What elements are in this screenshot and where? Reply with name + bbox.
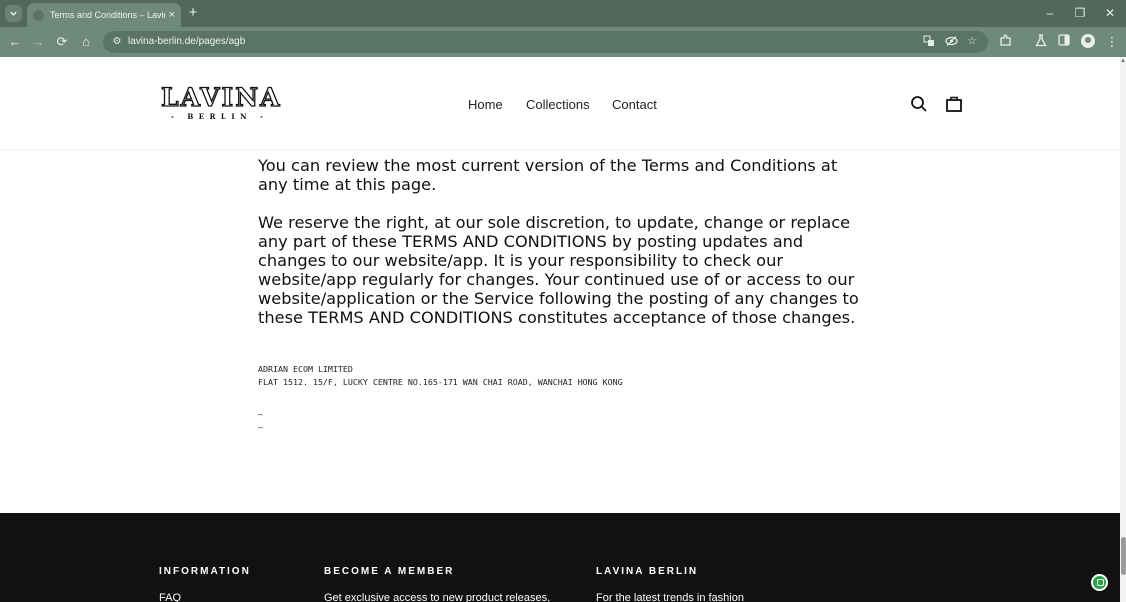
footer-member-text: Get exclusive access to new product rele… — [324, 592, 551, 602]
dash-line-1: – — [258, 409, 263, 419]
tab-favicon-icon — [33, 9, 44, 21]
tab-title: Terms and Conditions – Lavina Berlin — [50, 10, 165, 20]
browser-menu-icon[interactable]: ⋮ — [1104, 34, 1120, 50]
browser-toolbar: ← → ⟳ ⌂ ⚙ lavina-berlin.de/pages/agb ☆ ⋮ — [0, 27, 1126, 57]
footer-heading-brand: LAVINA BERLIN — [596, 566, 699, 577]
nav-collections[interactable]: Collections — [526, 97, 590, 112]
dash-line-2: – — [258, 422, 263, 432]
browser-tab-strip: Terms and Conditions – Lavina Berlin × +… — [0, 0, 1126, 27]
site-footer: INFORMATION FAQ BECOME A MEMBER Get excl… — [0, 513, 1120, 602]
minimize-button[interactable]: – — [1042, 5, 1058, 21]
restore-button[interactable]: ❐ — [1072, 5, 1088, 21]
active-tab[interactable]: Terms and Conditions – Lavina Berlin × — [27, 3, 181, 27]
bag-icon[interactable] — [945, 95, 963, 113]
translate-icon[interactable] — [922, 35, 936, 49]
terms-content: You can review the most current version … — [258, 156, 868, 327]
footer-heading-member: BECOME A MEMBER — [324, 566, 455, 577]
nav-contact[interactable]: Contact — [612, 97, 657, 112]
terms-paragraph-changes: We reserve the right, at our sole discre… — [258, 213, 859, 327]
footer-brand-text: For the latest trends in fashion — [596, 592, 744, 602]
new-tab-button[interactable]: + — [185, 5, 201, 21]
site-logo[interactable]: LAVINA - BERLIN - — [160, 83, 286, 124]
page-scrollbar-track[interactable] — [1120, 57, 1126, 602]
puzzle-icon[interactable] — [997, 34, 1013, 50]
logo-wordmark: LAVINA — [160, 83, 282, 112]
footer-link-faq[interactable]: FAQ — [159, 592, 181, 602]
flask-icon[interactable] — [1033, 34, 1049, 50]
nav-home[interactable]: Home — [468, 97, 503, 112]
search-icon[interactable] — [910, 95, 928, 113]
chevron-down-icon — [10, 11, 17, 16]
scroll-up-arrow-icon[interactable]: ▲ — [1120, 57, 1126, 65]
address-bar[interactable]: ⚙ lavina-berlin.de/pages/agb ☆ — [103, 31, 988, 53]
tab-close-icon[interactable]: × — [169, 9, 175, 21]
company-name: ADRIAN ECOM LIMITED — [258, 364, 353, 374]
home-icon[interactable]: ⌂ — [78, 34, 94, 50]
logo-subtitle: - BERLIN - — [171, 112, 269, 121]
eye-off-icon[interactable] — [944, 35, 958, 49]
company-address: FLAT 1512. 15/F, LUCKY CENTRE NO.165-171… — [258, 377, 623, 387]
terms-paragraph-review: You can review the most current version … — [258, 156, 838, 194]
close-window-button[interactable]: ✕ — [1102, 5, 1118, 21]
footer-heading-information: INFORMATION — [159, 566, 251, 577]
site-header: LAVINA - BERLIN - Home Collections Conta… — [0, 57, 1120, 150]
url-text[interactable]: lavina-berlin.de/pages/agb — [128, 35, 245, 49]
forward-icon[interactable]: → — [30, 34, 46, 50]
avatar-icon[interactable] — [1081, 34, 1095, 48]
tab-search-button[interactable] — [5, 5, 22, 22]
side-panel-icon[interactable] — [1056, 34, 1072, 50]
site-info-icon[interactable]: ⚙ — [110, 35, 124, 49]
chat-icon[interactable] — [1091, 574, 1108, 591]
back-icon[interactable]: ← — [7, 34, 23, 50]
page-scrollbar-thumb[interactable] — [1121, 537, 1126, 575]
reload-icon[interactable]: ⟳ — [54, 34, 70, 50]
bookmark-star-icon[interactable]: ☆ — [965, 35, 979, 49]
